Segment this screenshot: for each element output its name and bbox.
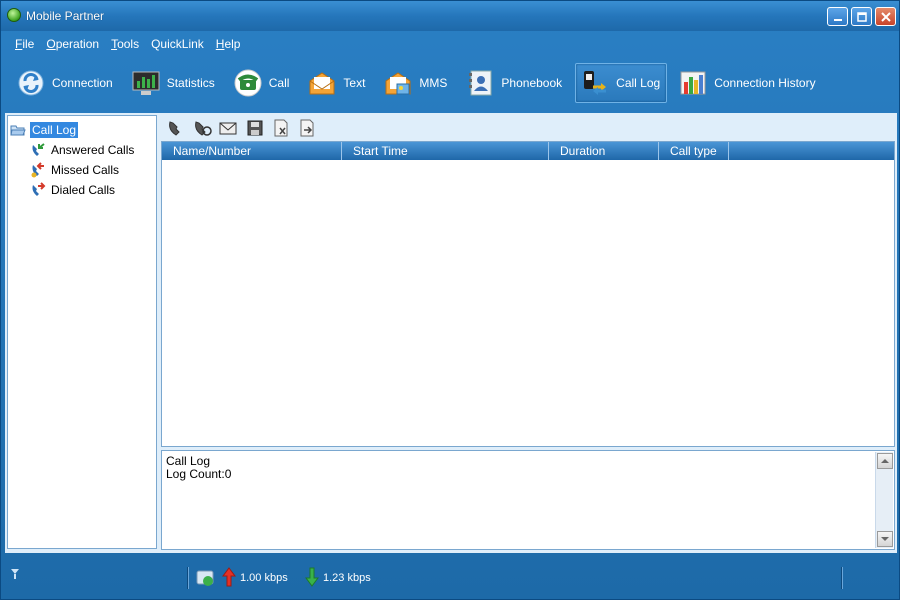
close-icon	[880, 11, 891, 22]
upload-arrow-icon	[222, 567, 236, 587]
call-icon	[168, 121, 180, 136]
tree-label-missed: Missed Calls	[51, 163, 120, 177]
download-rate: 1.23 kbps	[323, 572, 371, 584]
maximize-button[interactable]	[851, 7, 872, 26]
status-separator-right	[841, 567, 843, 589]
window-title: Mobile Partner	[26, 9, 105, 23]
call-icon	[233, 68, 263, 98]
tree-item-dialed-calls[interactable]: Dialed Calls	[10, 180, 154, 200]
save-icon	[247, 120, 263, 136]
statistics-icon	[131, 68, 161, 98]
call-log-icon	[580, 68, 610, 98]
open-folder-icon	[10, 125, 26, 136]
save-to-phonebook-button[interactable]	[244, 118, 265, 138]
toolbar-text-button[interactable]: Text	[302, 63, 372, 103]
call-log-list[interactable]: Name/Number Start Time Duration Call typ…	[161, 141, 895, 447]
tree-item-missed-calls[interactable]: Missed Calls	[10, 160, 154, 180]
mms-icon	[383, 68, 413, 98]
callback-icon	[195, 121, 212, 136]
toolbar-text-label: Text	[343, 76, 366, 90]
tree-root-label: Call Log	[30, 122, 79, 138]
column-start-time[interactable]: Start Time	[342, 142, 549, 160]
toolbar-connection-label: Connection	[52, 76, 113, 90]
toolbar-statistics-label: Statistics	[166, 76, 215, 90]
menu-label-rest: ools	[117, 37, 140, 51]
scroll-down-icon	[881, 537, 889, 541]
list-header: Name/Number Start Time Duration Call typ…	[162, 142, 894, 160]
upload-rate: 1.00 kbps	[240, 572, 288, 584]
toolbar-call-log-button[interactable]: Call Log	[575, 63, 668, 103]
connection-icon	[16, 68, 46, 98]
dialed-calls-icon	[32, 182, 46, 196]
column-name-number[interactable]: Name/Number	[162, 142, 342, 160]
export-button[interactable]	[297, 118, 318, 138]
send-message-button[interactable]	[218, 118, 239, 138]
dial-call-button[interactable]	[165, 118, 186, 138]
scroll-up-button[interactable]	[877, 453, 893, 469]
detail-scrollbar[interactable]	[875, 452, 893, 548]
menu-label-rest: peration	[55, 37, 100, 51]
connection-history-icon	[678, 68, 708, 98]
network-status-icon	[196, 570, 214, 586]
minimize-icon	[833, 18, 842, 21]
main-toolbar: Connection Statistics Call Text MMS Phon…	[1, 61, 899, 105]
menu-label-rest: elp	[224, 37, 241, 51]
signal-icon	[11, 569, 19, 579]
menu-label-rest: ile	[22, 37, 35, 51]
scroll-down-button[interactable]	[877, 531, 893, 547]
toolbar-call-button[interactable]: Call	[228, 63, 297, 103]
toolbar-connection-history-button[interactable]: Connection History	[673, 63, 822, 103]
menu-tools[interactable]: Tools	[105, 31, 145, 57]
scroll-up-icon	[881, 459, 889, 463]
column-call-type[interactable]: Call type	[659, 142, 729, 160]
status-separator	[187, 567, 189, 589]
export-icon	[300, 119, 314, 137]
tree-item-answered-calls[interactable]: Answered Calls	[10, 140, 154, 160]
toolbar-phonebook-label: Phonebook	[501, 76, 563, 90]
maximize-icon	[856, 11, 867, 22]
tree-label-dialed: Dialed Calls	[51, 183, 116, 197]
menu-quicklink[interactable]: QuickLink	[145, 31, 210, 57]
callback-button[interactable]	[191, 118, 212, 138]
app-logo-icon	[7, 8, 21, 22]
toolbar-connection-button[interactable]: Connection	[11, 63, 120, 103]
log-count: Log Count:0	[166, 467, 232, 481]
minimize-button[interactable]	[827, 7, 848, 26]
answered-calls-icon	[32, 143, 45, 156]
download-arrow-icon	[305, 567, 319, 587]
tree-label-answered: Answered Calls	[51, 143, 135, 157]
call-log-detail-panel: Call Log Log Count:0	[161, 450, 895, 550]
main-window: Mobile Partner File Operation Tools Quic…	[0, 0, 900, 600]
toolbar-mms-button[interactable]: MMS	[378, 63, 454, 103]
toolbar-connection-history-label: Connection History	[714, 76, 816, 90]
missed-calls-icon	[31, 162, 44, 178]
call-log-tree: Call Log Answered Calls Missed Calls Dia…	[7, 115, 157, 549]
toolbar-call-log-label: Call Log	[616, 76, 661, 90]
tree-item-call-log[interactable]: Call Log	[10, 120, 154, 140]
detail-text: Call Log Log Count:0	[166, 455, 231, 481]
message-icon	[219, 122, 237, 135]
toolbar-phonebook-button[interactable]: Phonebook	[460, 63, 569, 103]
menu-accelerator: O	[46, 37, 56, 51]
status-bar: 1.00 kbps 1.23 kbps	[1, 557, 899, 599]
delete-icon	[274, 119, 288, 137]
menu-help[interactable]: Help	[210, 31, 247, 57]
delete-button[interactable]	[270, 118, 291, 138]
toolbar-statistics-button[interactable]: Statistics	[126, 63, 222, 103]
menu-file[interactable]: File	[9, 31, 40, 57]
call-log-action-bar	[163, 116, 323, 140]
menu-operation[interactable]: Operation	[40, 31, 105, 57]
column-duration[interactable]: Duration	[549, 142, 659, 160]
content-area: Call Log Answered Calls Missed Calls Dia…	[5, 113, 897, 553]
toolbar-mms-label: MMS	[419, 76, 448, 90]
phonebook-icon	[465, 68, 495, 98]
title-bar[interactable]: Mobile Partner	[1, 1, 899, 31]
menu-bar: File Operation Tools QuickLink Help	[1, 31, 899, 57]
toolbar-call-label: Call	[268, 76, 290, 90]
text-icon	[307, 68, 337, 98]
close-button[interactable]	[875, 7, 896, 26]
